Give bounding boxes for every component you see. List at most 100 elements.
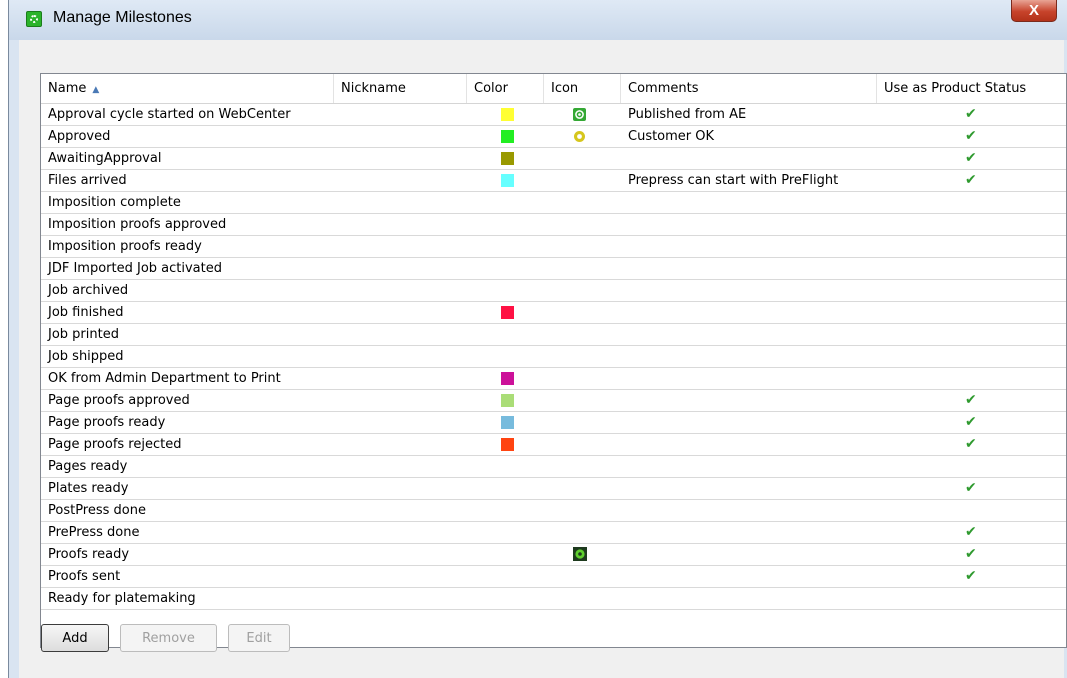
close-button[interactable]: X — [1011, 0, 1057, 22]
color-swatch — [501, 305, 514, 319]
table-row[interactable]: Proofs ready ✔ — [41, 544, 1066, 566]
milestone-nickname — [334, 236, 467, 258]
milestone-color — [467, 236, 544, 258]
milestone-icon-cell — [544, 434, 621, 456]
table-row[interactable]: Job archived — [41, 280, 1066, 302]
table-row[interactable]: PostPress done — [41, 500, 1066, 522]
table-row[interactable]: Imposition proofs ready — [41, 236, 1066, 258]
milestone-icon-cell — [544, 324, 621, 346]
column-header-nickname[interactable]: Nickname — [334, 74, 467, 103]
table-body: Approval cycle started on WebCenter Publi… — [41, 104, 1066, 610]
table-row[interactable]: Page proofs approved ✔ — [41, 390, 1066, 412]
milestone-name: Plates ready — [48, 480, 129, 496]
milestone-color — [467, 544, 544, 566]
table-row[interactable]: Approval cycle started on WebCenter Publi… — [41, 104, 1066, 126]
milestone-comment — [621, 588, 877, 610]
milestone-name: Imposition complete — [48, 194, 181, 210]
checkmark-icon: ✔ — [965, 413, 977, 430]
milestone-comment: Customer OK — [628, 128, 715, 144]
column-header-status[interactable]: Use as Product Status — [877, 74, 1066, 103]
milestone-icon-cell — [544, 104, 621, 126]
milestone-name: Job shipped — [48, 348, 124, 364]
milestone-nickname — [334, 500, 467, 522]
manage-milestones-dialog: Manage Milestones X Name ▲ Nickname Color… — [8, 0, 1067, 678]
milestone-name: Imposition proofs approved — [48, 216, 227, 232]
table-row[interactable]: Pages ready — [41, 456, 1066, 478]
table-row[interactable]: Imposition complete — [41, 192, 1066, 214]
milestone-icon-cell — [544, 588, 621, 610]
milestone-icon-cell — [544, 170, 621, 192]
milestone-nickname — [334, 434, 467, 456]
milestone-icon-cell — [544, 214, 621, 236]
milestone-color — [467, 104, 544, 126]
milestone-icon-cell — [544, 346, 621, 368]
milestone-comment — [621, 544, 877, 566]
column-header-comments[interactable]: Comments — [621, 74, 877, 103]
milestone-comment — [621, 412, 877, 434]
table-row[interactable]: Approved Customer OK ✔ — [41, 126, 1066, 148]
add-button[interactable]: Add — [41, 624, 109, 652]
milestone-icon-cell — [544, 126, 621, 148]
milestone-nickname — [334, 544, 467, 566]
column-header-color[interactable]: Color — [467, 74, 544, 103]
milestone-icon-cell — [544, 456, 621, 478]
product-status-cell: ✔ — [877, 170, 1066, 192]
milestone-comment — [621, 346, 877, 368]
table-row[interactable]: Page proofs ready ✔ — [41, 412, 1066, 434]
product-status-cell: ✔ — [877, 566, 1066, 588]
milestone-color — [467, 566, 544, 588]
milestone-color — [467, 170, 544, 192]
remove-button[interactable]: Remove — [120, 624, 217, 652]
product-status-cell — [877, 368, 1066, 390]
table-row[interactable]: AwaitingApproval ✔ — [41, 148, 1066, 170]
product-status-cell — [877, 324, 1066, 346]
milestone-nickname — [334, 302, 467, 324]
milestone-icon-cell — [544, 544, 621, 566]
table-row[interactable]: OK from Admin Department to Print — [41, 368, 1066, 390]
checkmark-icon: ✔ — [965, 479, 977, 496]
product-status-cell: ✔ — [877, 126, 1066, 148]
milestone-icon-cell — [544, 412, 621, 434]
table-row[interactable]: Job shipped — [41, 346, 1066, 368]
milestone-nickname — [334, 522, 467, 544]
milestone-color — [467, 390, 544, 412]
milestone-name: Proofs ready — [48, 546, 130, 562]
table-header: Name ▲ Nickname Color Icon Comments Use a… — [41, 74, 1066, 104]
table-row[interactable]: Page proofs rejected ✔ — [41, 434, 1066, 456]
product-status-cell — [877, 588, 1066, 610]
table-row[interactable]: JDF Imported Job activated — [41, 258, 1066, 280]
column-header-icon[interactable]: Icon — [544, 74, 621, 103]
product-status-cell — [877, 302, 1066, 324]
milestone-color — [467, 434, 544, 456]
column-header-name[interactable]: Name ▲ — [41, 74, 334, 103]
milestone-name: Pages ready — [48, 458, 128, 474]
color-swatch — [501, 437, 514, 451]
table-row[interactable]: Imposition proofs approved — [41, 214, 1066, 236]
product-status-cell — [877, 346, 1066, 368]
milestone-color — [467, 148, 544, 170]
milestone-icon-cell — [544, 236, 621, 258]
milestone-nickname — [334, 126, 467, 148]
table-row[interactable]: Proofs sent ✔ — [41, 566, 1066, 588]
milestone-icon-cell — [544, 478, 621, 500]
app-gear-icon — [26, 11, 42, 27]
milestone-nickname — [334, 412, 467, 434]
table-row[interactable]: Job finished — [41, 302, 1066, 324]
checkmark-icon: ✔ — [965, 523, 977, 540]
milestone-comment — [621, 456, 877, 478]
at-icon — [572, 107, 587, 122]
milestone-icon-cell — [544, 390, 621, 412]
milestone-color — [467, 346, 544, 368]
table-row[interactable]: PrePress done ✔ — [41, 522, 1066, 544]
column-header-name-label: Name — [48, 81, 87, 96]
edit-button[interactable]: Edit — [228, 624, 290, 652]
table-row[interactable]: Plates ready ✔ — [41, 478, 1066, 500]
product-status-cell: ✔ — [877, 412, 1066, 434]
table-row[interactable]: Files arrived Prepress can start with Pre… — [41, 170, 1066, 192]
milestones-table[interactable]: Name ▲ Nickname Color Icon Comments Use a… — [40, 73, 1067, 648]
table-row[interactable]: Job printed — [41, 324, 1066, 346]
title-bar[interactable]: Manage Milestones — [9, 0, 1067, 40]
milestone-color — [467, 368, 544, 390]
table-row[interactable]: Ready for platemaking — [41, 588, 1066, 610]
sort-ascending-icon: ▲ — [92, 85, 100, 95]
